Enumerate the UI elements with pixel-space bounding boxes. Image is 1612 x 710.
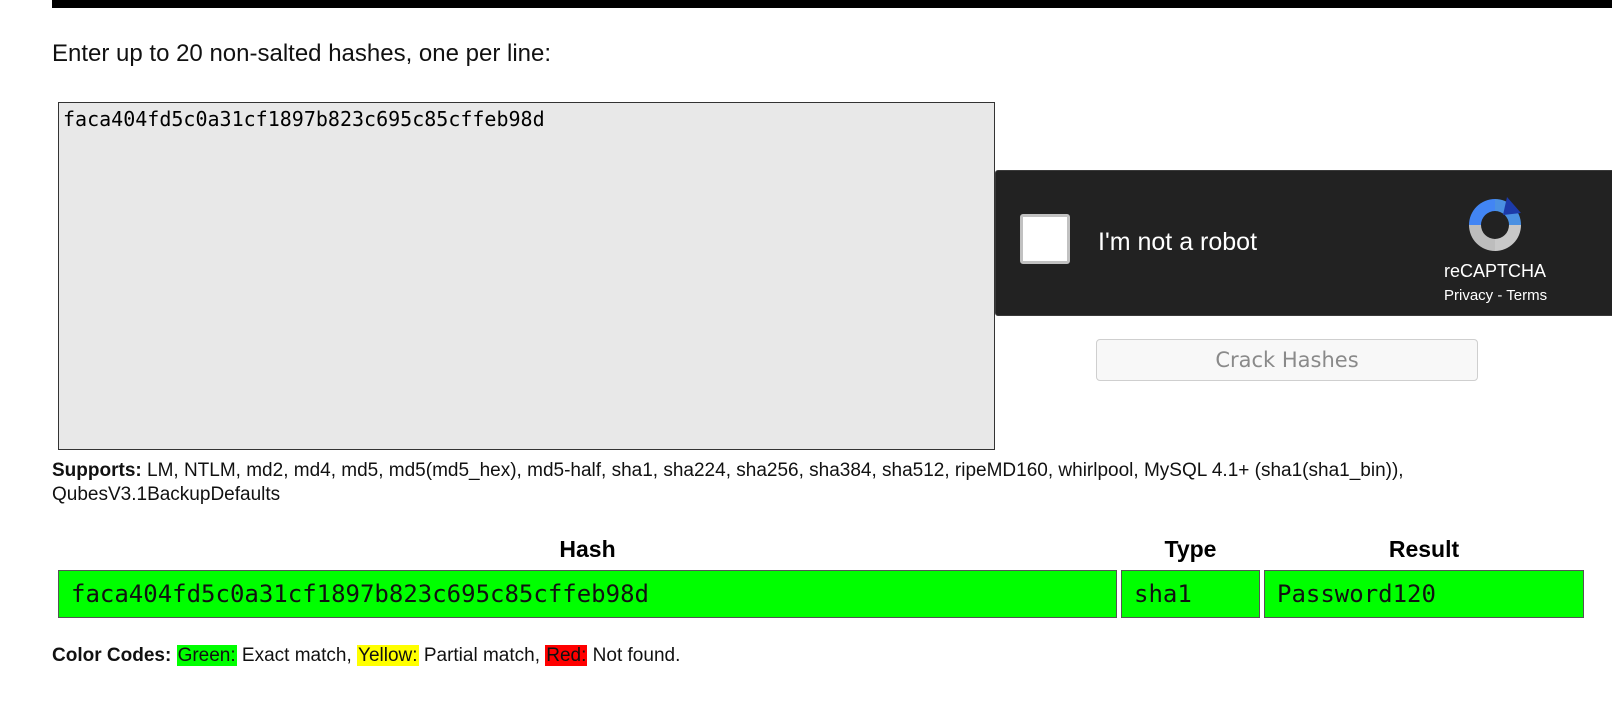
color-codes-legend: Color Codes: Green: Exact match, Yellow:… (52, 645, 680, 667)
recaptcha-terms-link[interactable]: Terms (1506, 287, 1547, 304)
green-swatch: Green: (176, 645, 237, 666)
crack-hashes-button[interactable]: Crack Hashes (1096, 339, 1478, 381)
result-type-cell: sha1 (1121, 570, 1260, 618)
supports-list: LM, NTLM, md2, md4, md5, md5(md5_hex), m… (52, 460, 1404, 505)
yellow-swatch: Yellow: (357, 645, 419, 666)
result-value-cell: Password120 (1264, 570, 1584, 618)
result-hash-cell: faca404fd5c0a31cf1897b823c695c85cffeb98d (58, 570, 1117, 618)
table-row: faca404fd5c0a31cf1897b823c695c85cffeb98d… (58, 570, 1584, 618)
supports-label: Supports: (52, 460, 142, 481)
recaptcha-label: I'm not a robot (1098, 228, 1258, 256)
results-header-row: Hash Type Result (58, 532, 1584, 566)
recaptcha-logo-icon (1469, 197, 1521, 251)
red-description: Not found. (587, 645, 681, 666)
color-codes-label: Color Codes: (52, 645, 172, 666)
red-swatch: Red: (545, 645, 588, 666)
supports-text: Supports: LM, NTLM, md2, md4, md5, md5(m… (52, 459, 1572, 507)
recaptcha-privacy-link[interactable]: Privacy (1444, 287, 1493, 304)
hash-input-textarea[interactable]: faca404fd5c0a31cf1897b823c695c85cffeb98d (58, 102, 995, 450)
header-type: Type (1164, 535, 1217, 562)
recaptcha-brand: reCAPTCHA (1444, 261, 1547, 281)
green-description: Exact match, (236, 645, 358, 666)
recaptcha-checkbox[interactable] (1020, 214, 1070, 264)
recaptcha-widget: I'm not a robot reCAPTCHA Privacy - Term… (995, 170, 1612, 316)
header-result: Result (1388, 535, 1460, 562)
recaptcha-links: Privacy - Terms (1444, 287, 1547, 304)
instructions-text: Enter up to 20 non-salted hashes, one pe… (52, 40, 552, 67)
recaptcha-link-separator: - (1493, 287, 1507, 304)
top-border (52, 0, 1612, 8)
header-hash: Hash (559, 535, 616, 562)
results-table: Hash Type Result faca404fd5c0a31cf1897b8… (54, 528, 1588, 622)
yellow-description: Partial match, (418, 645, 546, 666)
